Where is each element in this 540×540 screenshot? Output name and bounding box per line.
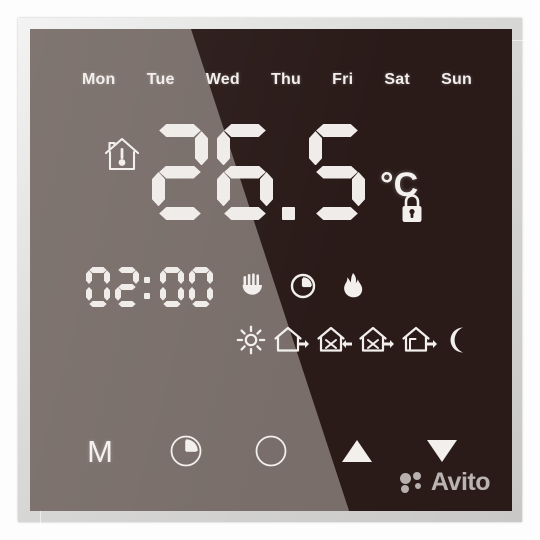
segment-b: [195, 131, 208, 165]
segment-f: [189, 270, 195, 284]
period-indicator-row: [236, 325, 470, 355]
seven-segment-digit: [217, 124, 273, 220]
house-leave-icon: [273, 325, 309, 355]
clock-button[interactable]: [158, 423, 214, 479]
segment-d: [159, 207, 201, 220]
decrease-button[interactable]: [414, 423, 470, 479]
clock-display: [86, 267, 218, 307]
weekday-tue[interactable]: Tue: [147, 71, 175, 89]
mode-button-label: M: [87, 433, 113, 469]
seven-segment-digit: [309, 124, 365, 220]
segment-b: [133, 270, 139, 284]
seven-segment-colon: [144, 267, 155, 307]
segment-d: [316, 207, 358, 220]
segment-c: [260, 172, 273, 206]
seven-segment-dot: [282, 124, 300, 220]
increase-button[interactable]: [329, 423, 385, 479]
mode-button[interactable]: M: [72, 423, 128, 479]
segment-a: [159, 124, 201, 137]
weekday-wed[interactable]: Wed: [206, 71, 240, 89]
segment-c: [178, 287, 184, 301]
segment-d: [224, 207, 266, 220]
moon-icon: [444, 325, 470, 355]
clock-pie-icon: [168, 433, 204, 469]
segment-g: [163, 284, 180, 290]
segment-d: [89, 301, 106, 307]
segment-a: [192, 267, 209, 273]
segment-c: [352, 172, 365, 206]
segment-e: [309, 172, 322, 206]
weekday-row: Mon Tue Wed Thu Fri Sat Sun: [82, 71, 472, 89]
segment-c: [195, 172, 208, 206]
weekday-sun[interactable]: Sun: [441, 71, 472, 89]
temperature-display: °C: [152, 124, 418, 220]
mode-indicator-row: [238, 271, 368, 301]
segment-g: [224, 166, 266, 179]
segment-c: [104, 287, 110, 301]
segment-b: [352, 131, 365, 165]
triangle-up-icon: [340, 436, 374, 466]
segment-f: [160, 270, 166, 284]
house-meal-return-icon: [316, 325, 352, 355]
segment-e: [160, 287, 166, 301]
sun-icon: [236, 325, 266, 355]
padlock-icon[interactable]: [398, 193, 426, 225]
touch-button-row: M: [72, 421, 470, 481]
seven-segment-digit: [152, 124, 208, 220]
weekday-fri[interactable]: Fri: [332, 71, 353, 89]
seven-segment-digit: [160, 267, 184, 307]
triangle-down-icon: [425, 436, 459, 466]
timer-clock-icon: [288, 271, 318, 301]
segment-g: [159, 166, 201, 179]
segment-b: [178, 270, 184, 284]
weekday-thu[interactable]: Thu: [271, 71, 301, 89]
segment-b: [260, 131, 273, 165]
segment-a: [163, 267, 180, 273]
segment-f: [309, 131, 322, 165]
segment-a: [224, 124, 266, 137]
seven-segment-digit: [115, 267, 139, 307]
weekday-sat[interactable]: Sat: [384, 71, 410, 89]
segment-g: [89, 284, 106, 290]
segment-d: [163, 301, 180, 307]
segment-g: [118, 284, 135, 290]
segment-e: [189, 287, 195, 301]
flame-heating-icon: [338, 271, 368, 301]
segment-c: [133, 287, 139, 301]
segment-f: [86, 270, 92, 284]
weekday-mon[interactable]: Mon: [82, 71, 115, 89]
segment-f: [217, 131, 230, 165]
house-return-icon: [401, 325, 438, 355]
segment-c: [207, 287, 213, 301]
seven-segment-digit: [189, 267, 213, 307]
segment-e: [86, 287, 92, 301]
segment-e: [115, 287, 121, 301]
house-thermometer-icon: [102, 133, 142, 175]
screenshot-root: Mon Tue Wed Thu Fri Sat Sun °C M Avito: [0, 0, 540, 540]
segment-g: [192, 284, 209, 290]
segment-e: [152, 172, 165, 206]
segment-b: [207, 270, 213, 284]
segment-g: [316, 166, 358, 179]
segment-a: [118, 267, 135, 273]
segment-b: [104, 270, 110, 284]
segment-d: [118, 301, 135, 307]
segment-f: [152, 131, 165, 165]
segment-a: [316, 124, 358, 137]
thermostat-glass-panel[interactable]: Mon Tue Wed Thu Fri Sat Sun °C M Avito: [30, 29, 512, 511]
power-circle-icon: [253, 433, 289, 469]
lcd-content: Mon Tue Wed Thu Fri Sat Sun °C M: [30, 29, 512, 511]
segment-e: [217, 172, 230, 206]
segment-a: [89, 267, 106, 273]
segment-f: [115, 270, 121, 284]
segment-d: [192, 301, 209, 307]
manual-hand-icon: [238, 271, 268, 301]
house-meal-leave-icon: [358, 325, 395, 355]
power-button[interactable]: [243, 423, 299, 479]
temperature-digits: [152, 124, 374, 220]
seven-segment-digit: [86, 267, 110, 307]
